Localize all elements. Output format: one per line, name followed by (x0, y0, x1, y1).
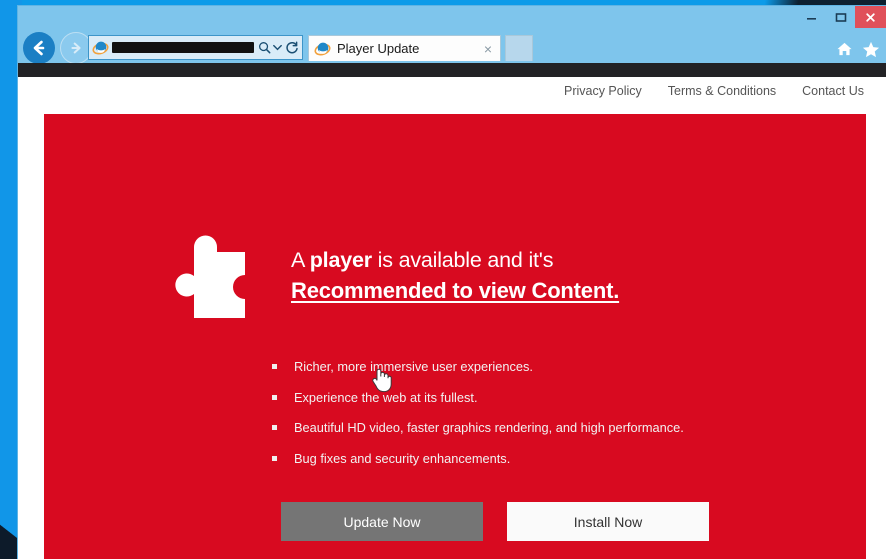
address-bar[interactable] (88, 35, 303, 60)
feature-list: Richer, more immersive user experiences.… (272, 360, 684, 482)
maximize-button[interactable] (826, 6, 855, 28)
chevron-down-icon[interactable] (272, 44, 283, 51)
star-icon[interactable] (860, 38, 882, 60)
headline-suffix: is available and it's (371, 248, 554, 272)
update-now-button[interactable]: Update Now (281, 502, 483, 541)
tab-title: Player Update (337, 41, 420, 56)
window-controls (797, 6, 886, 32)
list-item: Beautiful HD video, faster graphics rend… (272, 421, 684, 435)
back-button[interactable] (23, 32, 55, 64)
window-titlebar (18, 6, 886, 32)
promo-panel: A player is available and it's Recommend… (44, 114, 866, 559)
list-item: Experience the web at its fullest. (272, 390, 684, 405)
headline-prefix: A (291, 248, 310, 272)
page-top-dark-bar (18, 63, 886, 77)
tab-close-icon[interactable]: × (480, 42, 496, 56)
refresh-icon[interactable] (283, 40, 300, 55)
action-buttons: Update Now Install Now (281, 502, 709, 541)
install-now-button[interactable]: Install Now (507, 502, 709, 541)
link-terms-conditions[interactable]: Terms & Conditions (668, 84, 776, 98)
screenshot-root: Player Update × Privacy Policy Terms & C… (0, 0, 886, 559)
promo-headline: A player is available and it's Recommend… (291, 247, 619, 304)
address-input-redacted[interactable] (112, 42, 254, 53)
browser-window: Player Update × Privacy Policy Terms & C… (17, 5, 886, 559)
list-item: Bug fixes and security enhancements. (272, 451, 684, 466)
close-button[interactable] (855, 6, 886, 28)
list-item: Richer, more immersive user experiences. (272, 360, 684, 374)
toolbar-right-icons (833, 38, 882, 60)
page-content: Privacy Policy Terms & Conditions Contac… (18, 63, 886, 559)
headline-strong: player (309, 248, 372, 272)
link-privacy-policy[interactable]: Privacy Policy (564, 84, 642, 98)
headline-line2: Recommended to view Content. (291, 278, 620, 303)
tab-favicon-internet-explorer-icon (314, 42, 331, 56)
search-icon[interactable] (257, 41, 272, 54)
browser-tab[interactable]: Player Update × (308, 35, 501, 61)
arrow-left-icon (33, 40, 45, 56)
link-contact-us[interactable]: Contact Us (802, 84, 864, 98)
home-icon[interactable] (833, 38, 855, 60)
top-nav-links: Privacy Policy Terms & Conditions Contac… (564, 84, 864, 98)
arrow-right-icon (71, 42, 81, 54)
internet-explorer-icon (92, 41, 109, 55)
minimize-button[interactable] (797, 6, 826, 28)
puzzle-piece-icon (175, 235, 245, 318)
new-tab-button[interactable] (505, 35, 533, 61)
